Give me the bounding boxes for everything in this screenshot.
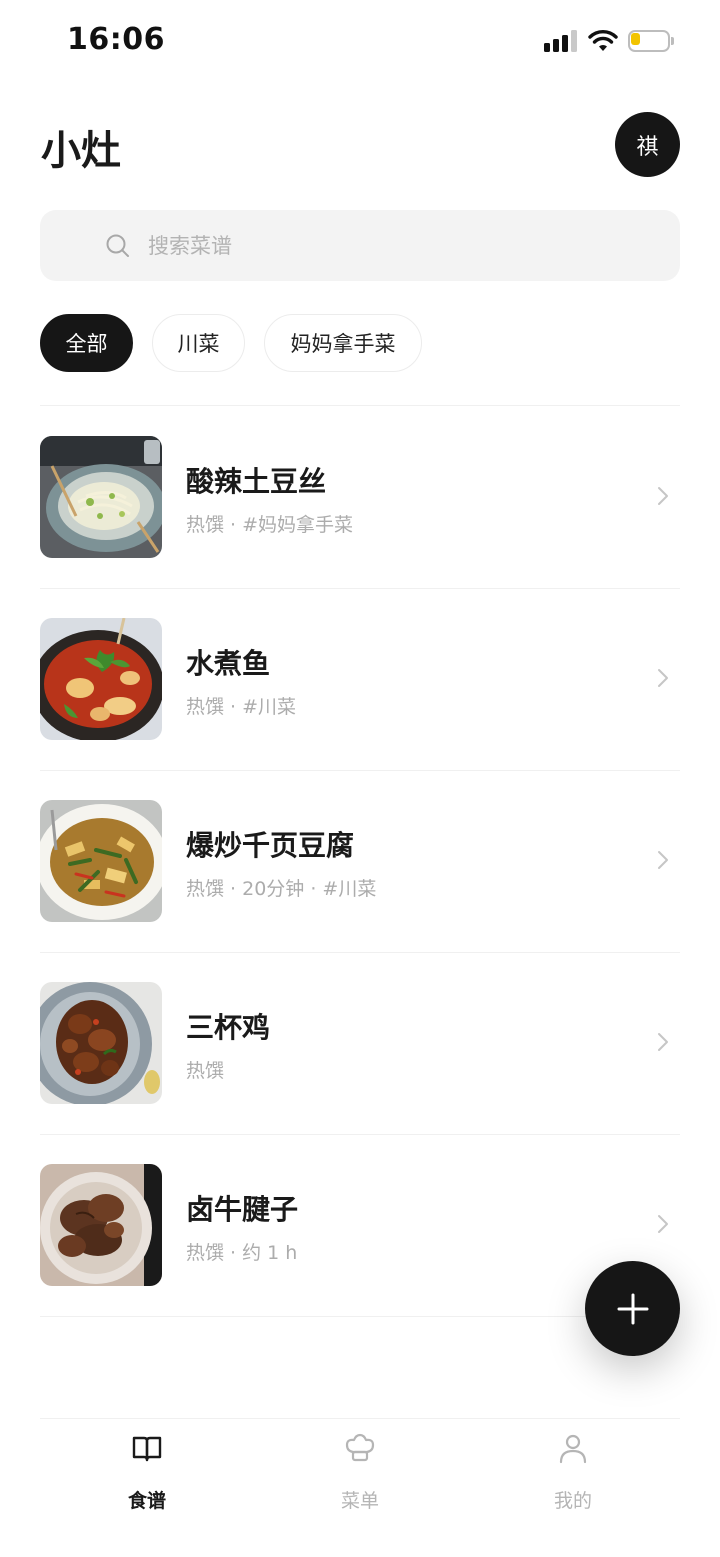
tab-label: 食谱 xyxy=(127,1490,166,1512)
chevron-right-icon xyxy=(658,1033,668,1051)
recipe-meta: 热馔 · #川菜 xyxy=(186,696,297,718)
filter-chip-all[interactable]: 全部 xyxy=(40,314,133,372)
chevron-right-icon xyxy=(658,1215,668,1233)
book-icon xyxy=(132,1436,162,1462)
chevron-right-icon xyxy=(658,851,668,869)
recipe-name: 酸辣土豆丝 xyxy=(186,465,327,498)
tab-label: 菜单 xyxy=(340,1490,379,1512)
recipe-name: 三杯鸡 xyxy=(186,1011,271,1044)
recipe-thumbnail xyxy=(40,436,162,558)
bottom-tab-bar: 食谱 菜单 我的 xyxy=(0,1418,720,1557)
person-icon xyxy=(559,1434,587,1464)
recipe-meta: 热馔 · 约 1 h xyxy=(186,1242,298,1264)
recipe-thumbnail xyxy=(40,1164,162,1286)
filter-chip-moms-specialty[interactable]: 妈妈拿手菜 xyxy=(264,314,422,372)
search-icon xyxy=(106,234,129,257)
recipe-row[interactable]: 爆炒千页豆腐 热馔 · 20分钟 · #川菜 xyxy=(0,770,720,952)
recipe-name: 爆炒千页豆腐 xyxy=(186,829,355,862)
divider xyxy=(40,1418,680,1419)
recipe-meta: 热馔 xyxy=(186,1060,225,1082)
chef-hat-icon xyxy=(345,1433,375,1462)
filter-chip-sichuan[interactable]: 川菜 xyxy=(152,314,245,372)
tab-menu[interactable]: 菜单 xyxy=(300,1432,420,1522)
battery-icon xyxy=(628,30,674,52)
recipe-meta: 热馔 · 20分钟 · #川菜 xyxy=(186,878,377,900)
recipe-meta: 热馔 · #妈妈拿手菜 xyxy=(186,514,354,536)
divider xyxy=(40,1316,680,1317)
recipe-thumbnail xyxy=(40,618,162,740)
wifi-icon xyxy=(588,30,618,51)
add-recipe-button[interactable] xyxy=(585,1261,680,1356)
avatar-button[interactable]: 祺 xyxy=(615,112,680,177)
page-title: 小灶 xyxy=(41,128,121,174)
chevron-right-icon xyxy=(658,487,668,505)
cellular-signal-icon xyxy=(544,30,578,52)
recipe-name: 水煮鱼 xyxy=(186,647,271,680)
recipe-thumbnail xyxy=(40,982,162,1104)
tab-profile[interactable]: 我的 xyxy=(513,1432,633,1522)
status-bar: 16:06 xyxy=(0,0,720,80)
recipe-row[interactable]: 酸辣土豆丝 热馔 · #妈妈拿手菜 xyxy=(0,406,720,588)
recipe-thumbnail xyxy=(40,800,162,922)
status-time: 16:06 xyxy=(67,22,165,57)
search-input[interactable] xyxy=(148,229,668,263)
plus-icon xyxy=(617,1293,648,1324)
recipe-name: 卤牛腱子 xyxy=(186,1193,299,1226)
recipe-row[interactable]: 三杯鸡 热馔 xyxy=(0,952,720,1134)
search-bar[interactable] xyxy=(40,210,680,281)
recipe-row[interactable]: 水煮鱼 热馔 · #川菜 xyxy=(0,588,720,770)
tab-label: 我的 xyxy=(553,1490,592,1512)
tab-recipes[interactable]: 食谱 xyxy=(87,1432,207,1522)
recipe-list-screen: 16:06 小灶 祺 全部 川菜 妈妈拿手菜 xyxy=(0,0,720,1557)
chevron-right-icon xyxy=(658,669,668,687)
